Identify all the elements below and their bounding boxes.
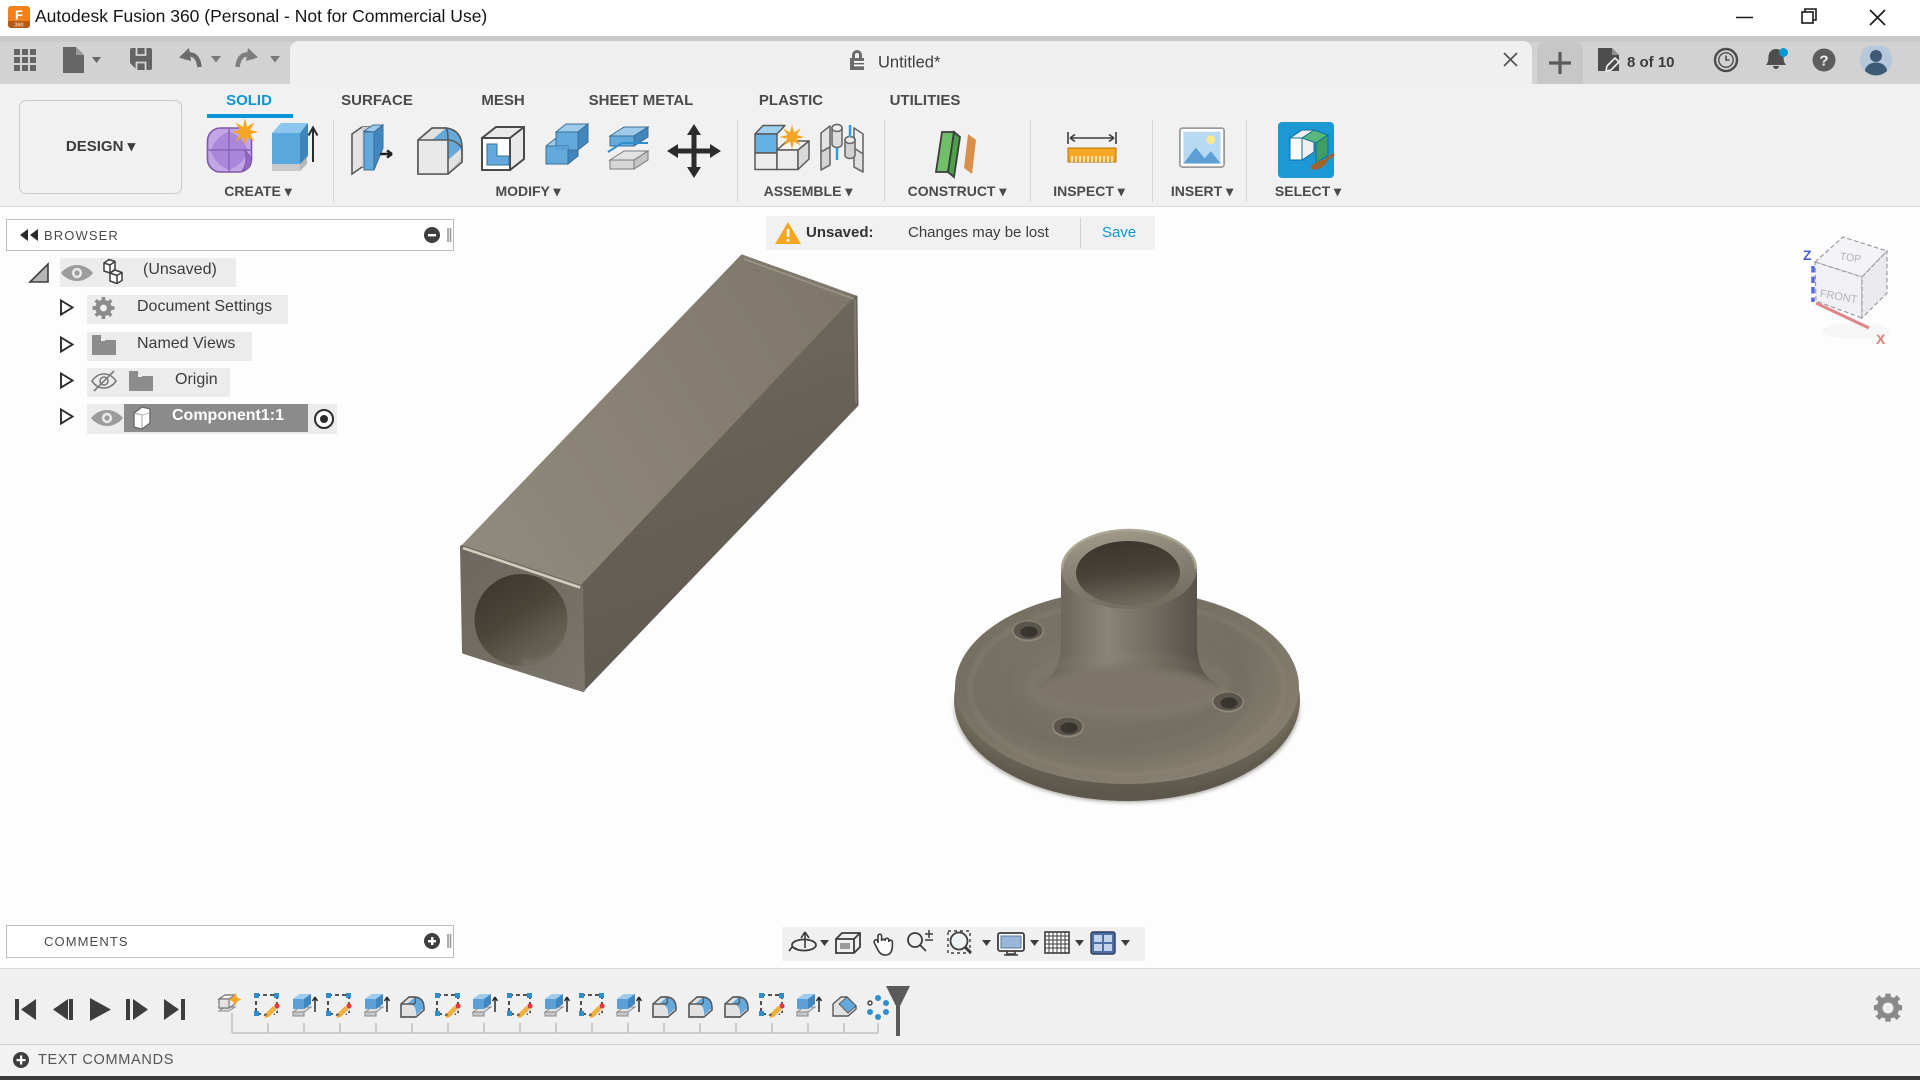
svg-text:360: 360 [14, 23, 23, 29]
svg-text:Untitled*: Untitled* [878, 54, 941, 72]
svg-text:8 of 10: 8 of 10 [1627, 54, 1675, 71]
svg-text:X: X [1876, 331, 1886, 347]
svg-text:?: ? [1819, 53, 1828, 70]
svg-text:Z: Z [1803, 247, 1812, 263]
svg-text:F: F [15, 8, 23, 23]
